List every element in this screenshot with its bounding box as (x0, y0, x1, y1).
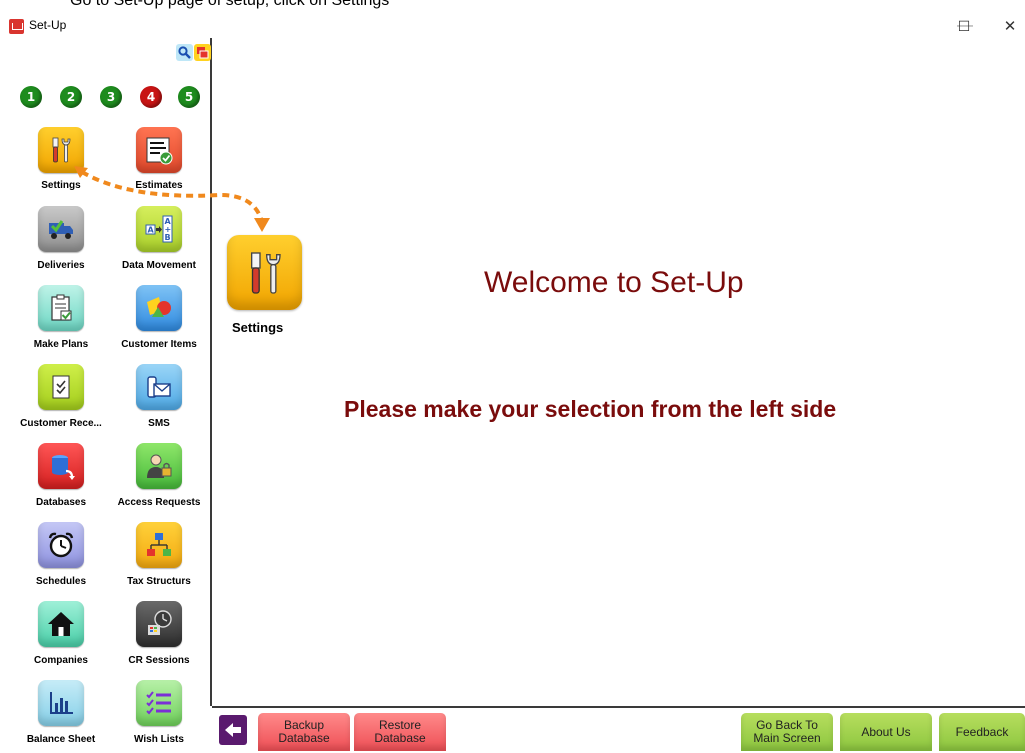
backup-database-button[interactable]: Backup Database (258, 713, 350, 751)
databases-tile[interactable] (38, 443, 84, 489)
caption-strip: Go to Set-Up page of setup, click on Set… (0, 0, 1025, 14)
welcome-heading: Welcome to Set-Up (484, 266, 744, 299)
step-1-button[interactable]: 1 (20, 86, 42, 108)
customer-items-tile[interactable] (136, 285, 182, 331)
backup-line2: Database (278, 731, 330, 745)
checklist-icon (146, 691, 171, 715)
step-5-button[interactable]: 5 (178, 86, 200, 108)
companies-tile[interactable] (38, 601, 84, 647)
customer-items-label: Customer Items (121, 339, 197, 350)
window-title: Set-Up (29, 18, 67, 32)
step-2-button[interactable]: 2 (60, 86, 82, 108)
maximize-glyph: ☐ (957, 17, 971, 34)
database-icon (52, 455, 75, 480)
customer-receipts-tile[interactable] (38, 364, 84, 410)
back-button[interactable] (219, 715, 247, 745)
deliveries-tile[interactable] (38, 206, 84, 252)
about-us-button[interactable]: About Us (840, 713, 932, 751)
deliveries-label: Deliveries (37, 260, 85, 271)
bar-chart-icon (50, 692, 73, 714)
search-icon (178, 46, 191, 59)
user-lock-icon (147, 454, 172, 478)
step-4-button[interactable]: 4 (140, 86, 162, 108)
shapes-icon (147, 297, 171, 317)
balance-sheet-label: Balance Sheet (26, 734, 96, 745)
data-movement-icon: A A + B (145, 215, 173, 243)
overlap-windows-icon (197, 47, 209, 59)
data-movement-tile[interactable]: A A + B (136, 206, 182, 252)
tax-structures-label: Tax Structurs (127, 576, 191, 587)
sms-label: SMS (148, 418, 170, 429)
schedules-tile[interactable] (38, 522, 84, 568)
receipt-icon (52, 375, 70, 399)
search-button[interactable] (176, 44, 193, 61)
companies-label: Companies (34, 655, 88, 666)
caption-text: Go to Set-Up page of setup, click on Set… (70, 0, 390, 9)
step-3-button[interactable]: 3 (100, 86, 122, 108)
access-requests-tile[interactable] (136, 443, 182, 489)
make-plans-tile[interactable] (38, 285, 84, 331)
register-clock-icon (148, 610, 172, 635)
balance-sheet-tile[interactable] (38, 680, 84, 726)
tax-structures-tile[interactable] (136, 522, 182, 568)
alarm-clock-icon (48, 532, 74, 558)
sidebar-divider (210, 38, 212, 706)
goback-line2: Main Screen (753, 731, 821, 745)
access-requests-label: Access Requests (117, 497, 201, 508)
clipboard-check-icon (51, 294, 72, 321)
restore-database-button[interactable]: Restore Database (354, 713, 446, 751)
delivery-truck-icon (49, 220, 73, 239)
app-cart-icon (9, 19, 24, 34)
databases-label: Databases (35, 497, 87, 508)
make-plans-label: Make Plans (33, 339, 89, 350)
sms-tile[interactable] (136, 364, 182, 410)
schedules-label: Schedules (35, 576, 87, 587)
selected-settings-label: Settings (232, 320, 284, 335)
data-movement-label: Data Movement (122, 260, 196, 271)
wish-lists-tile[interactable] (136, 680, 182, 726)
customer-receipts-label: Customer Rece... (20, 418, 102, 429)
selected-settings-tile[interactable] (227, 235, 302, 310)
wish-lists-label: Wish Lists (134, 734, 184, 745)
sms-envelope-icon (147, 376, 171, 398)
svg-text:A: A (148, 226, 155, 235)
cr-sessions-tile[interactable] (136, 601, 182, 647)
house-icon (48, 612, 74, 636)
tools-icon (250, 251, 281, 294)
svg-text:B: B (165, 233, 171, 242)
arrow-left-icon (225, 723, 241, 737)
close-button[interactable]: ✕ (987, 14, 1025, 38)
title-bar: Set-Up — ☐ ✕ (0, 14, 1025, 38)
selection-instruction: Please make your selection from the left… (344, 396, 837, 422)
go-back-main-screen-button[interactable]: Go Back To Main Screen (741, 713, 833, 751)
windows-button[interactable] (194, 44, 211, 61)
hierarchy-icon (147, 533, 171, 556)
cr-sessions-label: CR Sessions (128, 655, 190, 666)
restore-line2: Database (374, 731, 426, 745)
feedback-button[interactable]: Feedback (939, 713, 1025, 751)
